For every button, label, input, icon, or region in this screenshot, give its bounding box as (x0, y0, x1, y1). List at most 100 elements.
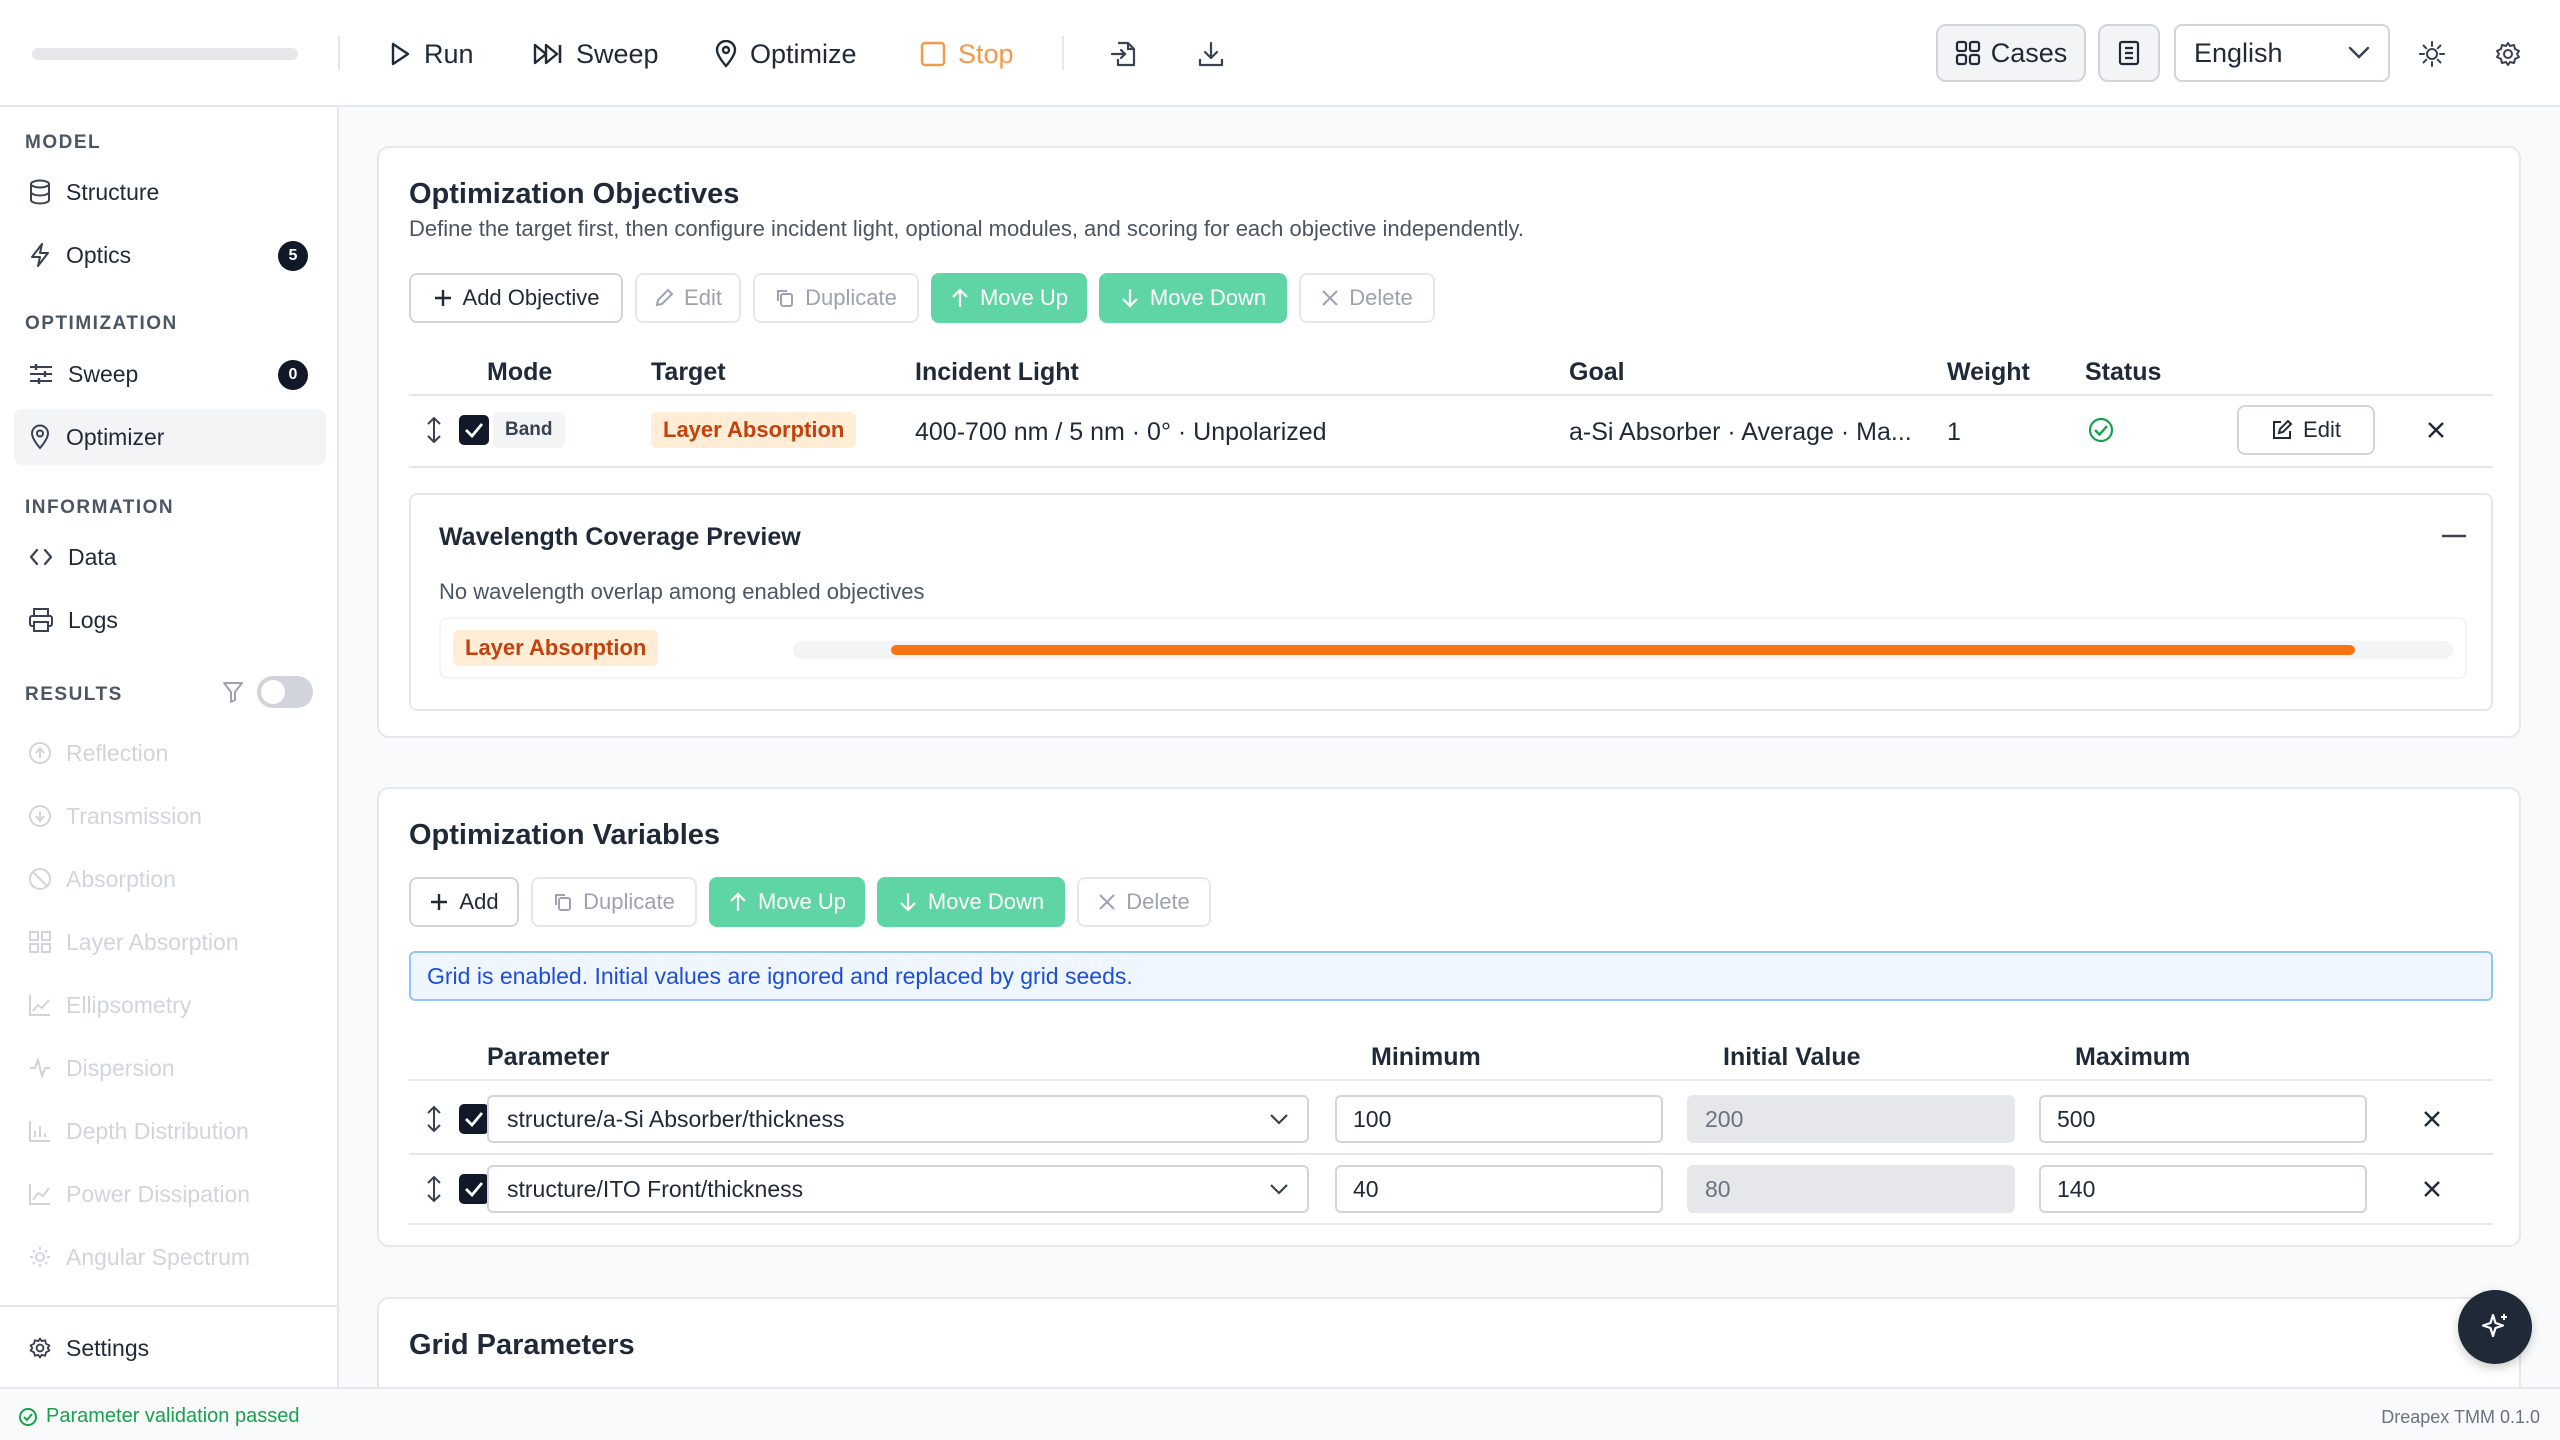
map-pin-icon (714, 40, 738, 68)
column-weight: Weight (1947, 358, 2030, 386)
sweep-button[interactable]: Sweep (532, 30, 659, 78)
duplicate-objective-button[interactable]: Duplicate (753, 273, 919, 323)
grid-info-banner: Grid is enabled. Initial values are igno… (409, 951, 2493, 1001)
grid-icon (1955, 40, 1981, 66)
pencil-icon (654, 288, 674, 308)
chevron-down-icon (1269, 1113, 1289, 1125)
drag-handle-icon[interactable] (417, 1102, 451, 1136)
x-icon (1098, 893, 1116, 911)
notes-button[interactable] (2098, 24, 2160, 82)
sun-icon[interactable] (2414, 36, 2450, 72)
results-filter-toggle[interactable] (257, 676, 313, 708)
variables-card: Optimization Variables Add Duplicate Mov… (377, 787, 2521, 1247)
sidebar: MODEL Structure Optics 5 OPTIMIZATION Sw… (0, 107, 339, 1387)
toggle-knob (261, 680, 285, 704)
printer-icon (28, 607, 54, 633)
gear-icon[interactable] (2490, 36, 2526, 72)
sidebar-item-logs[interactable]: Logs (14, 592, 326, 648)
column-minimum: Minimum (1371, 1043, 1481, 1071)
sidebar-item-optics[interactable]: Optics 5 (14, 227, 326, 283)
column-status: Status (2085, 358, 2162, 386)
remove-row-icon[interactable] (2419, 413, 2453, 447)
edit-row-button[interactable]: Edit (2237, 405, 2375, 455)
sidebar-item-structure[interactable]: Structure (14, 164, 326, 220)
toolbar-divider (338, 36, 340, 70)
validation-status: Parameter validation passed (18, 1405, 299, 1428)
column-maximum: Maximum (2075, 1043, 2191, 1071)
remove-row-icon[interactable] (2415, 1172, 2449, 1206)
duplicate-variable-button[interactable]: Duplicate (531, 877, 697, 927)
arrow-up-icon (950, 287, 970, 309)
edit-objective-button[interactable]: Edit (635, 273, 741, 323)
sidebar-item-data[interactable]: Data (14, 529, 326, 585)
sun-icon (28, 1245, 52, 1269)
sidebar-item-settings[interactable]: Settings (14, 1320, 326, 1376)
parameter-select[interactable]: structure/a-Si Absorber/thickness (487, 1095, 1309, 1143)
transmission-icon (28, 804, 52, 828)
plus-icon (429, 892, 449, 912)
section-heading-model: MODEL (25, 132, 102, 153)
check-circle-icon (2087, 416, 2115, 444)
add-variable-button[interactable]: Add (409, 877, 519, 927)
objective-enabled-checkbox[interactable] (459, 415, 489, 445)
stop-square-icon (920, 41, 946, 67)
run-button[interactable]: Run (388, 30, 474, 78)
pulse-icon (28, 1056, 52, 1080)
map-pin-icon (28, 424, 52, 450)
sidebar-item-absorption: Absorption (14, 851, 326, 907)
delete-variable-button[interactable]: Delete (1077, 877, 1211, 927)
add-objective-button[interactable]: Add Objective (409, 273, 623, 323)
filter-icon[interactable] (222, 680, 244, 704)
top-toolbar: Run Sweep Optimize Stop Cases English (0, 0, 2560, 107)
move-down-objective-button[interactable]: Move Down (1099, 273, 1287, 323)
maximum-input[interactable]: 140 (2039, 1165, 2367, 1213)
column-mode: Mode (487, 358, 553, 386)
table-header-divider (409, 1079, 2493, 1081)
column-incident-light: Incident Light (915, 358, 1079, 386)
remove-row-icon[interactable] (2415, 1102, 2449, 1136)
stop-button[interactable]: Stop (920, 30, 1014, 78)
target-tag: Layer Absorption (651, 412, 857, 448)
optics-count-badge: 5 (278, 241, 308, 271)
app-version: Dreapex TMM 0.1.0 (2381, 1407, 2540, 1427)
copy-icon (775, 288, 795, 308)
table-row-divider (409, 1153, 2493, 1155)
sidebar-item-layer-absorption: Layer Absorption (14, 914, 326, 970)
sidebar-item-ellipsometry: Ellipsometry (14, 977, 326, 1033)
variable-enabled-checkbox[interactable] (459, 1174, 489, 1204)
minimum-input[interactable]: 100 (1335, 1095, 1663, 1143)
goal-value: a-Si Absorber · Average · Ma... (1569, 418, 1912, 446)
objectives-title: Optimization Objectives (409, 178, 740, 210)
objectives-description: Define the target first, then configure … (409, 216, 1524, 241)
language-select[interactable]: English (2174, 24, 2390, 82)
cases-button[interactable]: Cases (1936, 24, 2086, 82)
absorption-icon (28, 867, 52, 891)
reflection-icon (28, 741, 52, 765)
drag-handle-icon[interactable] (417, 1172, 451, 1206)
maximum-input[interactable]: 500 (2039, 1095, 2367, 1143)
collapse-icon[interactable] (2437, 519, 2471, 553)
move-up-objective-button[interactable]: Move Up (931, 273, 1087, 323)
variable-enabled-checkbox[interactable] (459, 1104, 489, 1134)
status-bar: Parameter validation passed Dreapex TMM … (0, 1387, 2560, 1440)
gear-icon (28, 1336, 52, 1360)
ai-assistant-button[interactable] (2458, 1290, 2532, 1364)
code-icon (28, 545, 54, 569)
play-icon (388, 41, 412, 67)
download-icon[interactable] (1193, 36, 1229, 72)
optimize-button[interactable]: Optimize (714, 30, 857, 78)
move-up-variable-button[interactable]: Move Up (709, 877, 865, 927)
sidebar-item-power-dissipation: Power Dissipation (14, 1166, 326, 1222)
sliders-icon (28, 362, 54, 386)
move-down-variable-button[interactable]: Move Down (877, 877, 1065, 927)
sidebar-item-sweep[interactable]: Sweep 0 (14, 346, 326, 402)
minimum-input[interactable]: 40 (1335, 1165, 1663, 1213)
delete-objective-button[interactable]: Delete (1299, 273, 1435, 323)
sidebar-item-optimizer[interactable]: Optimizer (14, 409, 326, 465)
skip-forward-icon (532, 41, 564, 67)
chevron-down-icon (2348, 46, 2370, 60)
import-file-icon[interactable] (1106, 36, 1142, 72)
table-header-divider (409, 394, 2493, 396)
drag-handle-icon[interactable] (417, 413, 451, 447)
parameter-select[interactable]: structure/ITO Front/thickness (487, 1165, 1309, 1213)
